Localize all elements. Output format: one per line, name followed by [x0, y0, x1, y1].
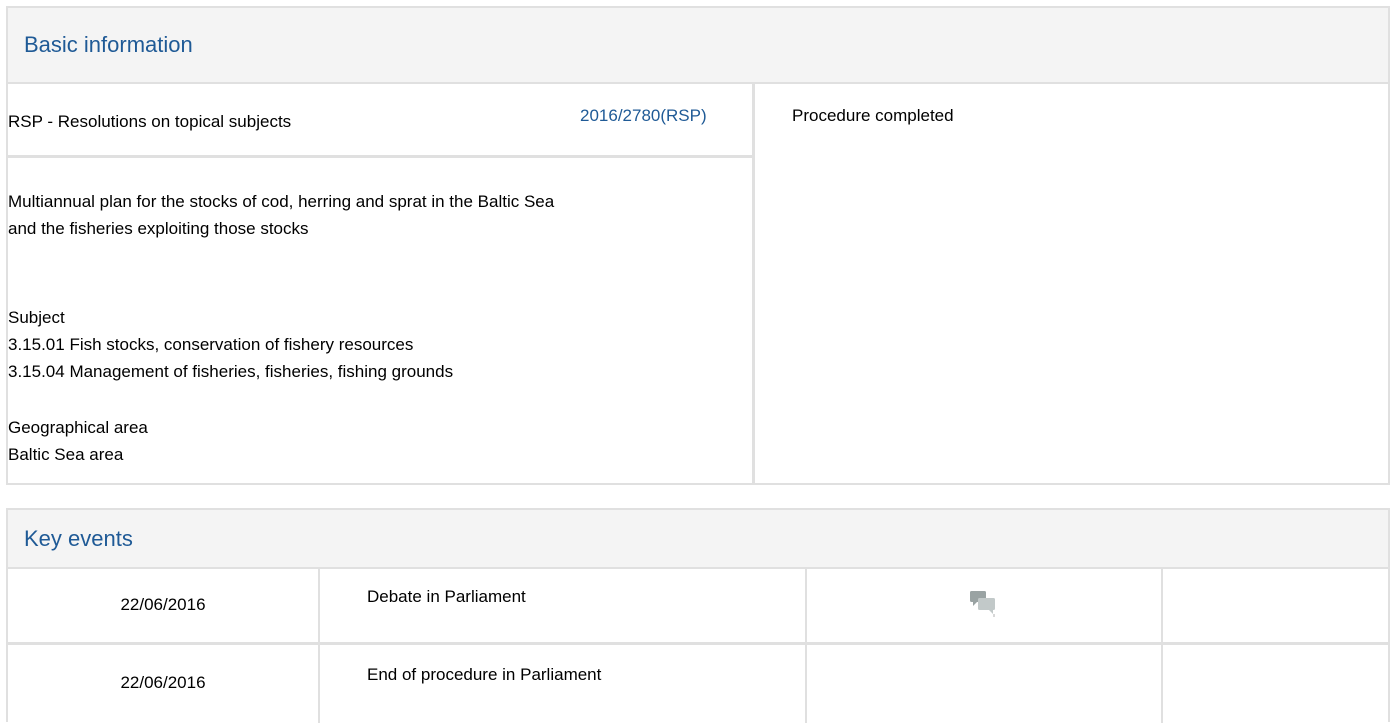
subject-label: Subject [8, 308, 65, 327]
key-event-row: 22/06/2016 Debate in Parliament [8, 567, 1388, 645]
procedure-title-line: Multiannual plan for the stocks of cod, … [8, 192, 555, 211]
procedure-reference-link[interactable]: 2016/2780(RSP) [580, 106, 707, 126]
geographical-area-label: Geographical area [8, 418, 148, 437]
basic-information-panel: Basic information RSP - Resolutions on t… [6, 6, 1390, 485]
procedure-status: Procedure completed [792, 106, 954, 125]
procedure-reference-row: RSP - Resolutions on topical subjects 20… [8, 82, 752, 158]
event-date: 22/06/2016 [8, 567, 320, 642]
event-date: 22/06/2016 [8, 645, 320, 723]
procedure-title-line: and the fisheries exploiting those stock… [8, 219, 309, 238]
event-description: Debate in Parliament [320, 567, 807, 642]
key-events-panel: Key events 22/06/2016 Debate in Parliame… [6, 508, 1390, 723]
geographical-area-section: Geographical area Baltic Sea area [8, 414, 148, 468]
basic-information-heading: Basic information [8, 8, 1388, 84]
event-summary-cell [1163, 645, 1388, 723]
key-events-table: 22/06/2016 Debate in Parliament 22/06/20… [8, 567, 1388, 723]
key-event-row: 22/06/2016 End of procedure in Parliamen… [8, 645, 1388, 723]
event-description: End of procedure in Parliament [320, 645, 807, 723]
procedure-title: Multiannual plan for the stocks of cod, … [8, 188, 748, 242]
event-summary-cell [1163, 567, 1388, 642]
event-document-cell [807, 567, 1163, 642]
geographical-area-value: Baltic Sea area [8, 445, 124, 464]
subject-item: 3.15.01 Fish stocks, conservation of fis… [8, 335, 414, 354]
event-document-cell [807, 645, 1163, 723]
key-events-heading: Key events [8, 510, 1388, 569]
subject-item: 3.15.04 Management of fisheries, fisheri… [8, 362, 454, 381]
basic-information-body: RSP - Resolutions on topical subjects 20… [8, 82, 1388, 483]
subject-section: Subject 3.15.01 Fish stocks, conservatio… [8, 304, 453, 385]
procedure-details-column: RSP - Resolutions on topical subjects 20… [8, 82, 755, 483]
procedure-type: RSP - Resolutions on topical subjects [8, 112, 292, 131]
